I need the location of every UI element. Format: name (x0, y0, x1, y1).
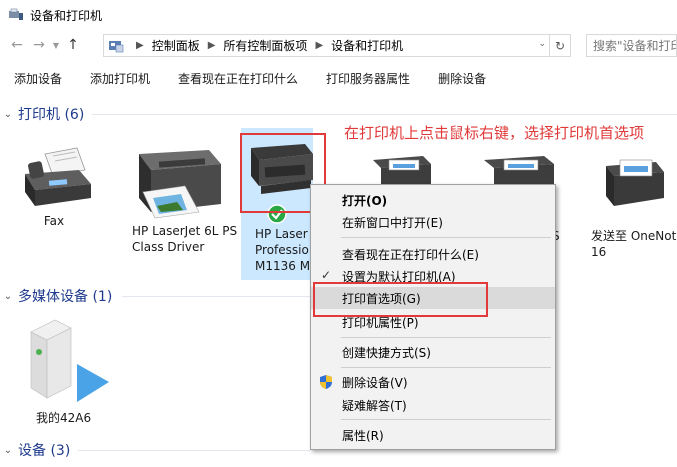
control-panel-icon (109, 40, 124, 52)
printers-section-label: 打印机 (6) (18, 107, 85, 123)
printer-item-onenote[interactable]: 发送至 OneNot 16 (588, 152, 677, 259)
forward-arrow-icon[interactable]: → (28, 34, 50, 56)
remove-device-button[interactable]: 删除设备 (424, 70, 500, 87)
collapse-chevron-icon[interactable]: ⌄ (0, 445, 16, 456)
media-server-icon (30, 319, 109, 402)
refresh-icon[interactable]: ↻ (549, 35, 570, 56)
fax-icon (25, 147, 91, 206)
menu-item-open[interactable]: 打开(O) (311, 189, 555, 211)
menu-separator (341, 419, 551, 420)
printer-icon (605, 159, 664, 206)
printer-icon (139, 150, 221, 219)
section-divider (92, 114, 677, 115)
menu-separator (341, 337, 551, 338)
command-toolbar: 添加设备 添加打印机 查看现在正在打印什么 打印服务器属性 删除设备 (0, 64, 677, 92)
printers-section-header[interactable]: ⌄ 打印机 (6) (0, 103, 677, 125)
printer-label: Fax (43, 214, 65, 228)
see-printing-button[interactable]: 查看现在正在打印什么 (164, 70, 312, 87)
menu-item-remove-device[interactable]: 删除设备(V) (311, 371, 555, 393)
address-dropdown-icon[interactable]: ⌄ (538, 39, 546, 49)
menu-item-remove-device-label: 删除设备(V) (342, 375, 408, 390)
search-input[interactable]: 搜索"设备和打印机" (586, 34, 677, 57)
printer-item-hp-laserjet-6l[interactable]: HP LaserJet 6L PS Class Driver (128, 140, 237, 255)
menu-separator (341, 237, 551, 238)
shield-icon (320, 375, 332, 389)
collapse-chevron-icon[interactable]: ⌄ (0, 291, 16, 302)
section-divider (122, 296, 310, 297)
address-bar[interactable]: ▶ 控制面板 ▶ 所有控制面板项 ▶ 设备和打印机 ⌄ ↻ (103, 34, 571, 57)
checkmark-icon: ✓ (321, 268, 332, 282)
media-device-item[interactable]: 我的42A6 (24, 318, 114, 425)
multimedia-section-label: 多媒体设备 (1) (18, 289, 113, 305)
printer-label: HP LaserJet 6L PS Class Driver (132, 224, 238, 254)
breadcrumb-devices-printers[interactable]: 设备和打印机 (331, 37, 403, 54)
breadcrumb-separator-icon[interactable]: ▶ (208, 40, 216, 51)
menu-separator (341, 367, 551, 368)
devices-section-label: 设备 (3) (18, 443, 71, 459)
breadcrumb-separator-icon[interactable]: ▶ (315, 40, 323, 51)
navigation-bar: ← → ▼ ↑ ▶ 控制面板 ▶ 所有控制面板项 ▶ 设备和打印机 ⌄ ↻ 搜索… (0, 30, 677, 60)
section-divider (78, 450, 310, 451)
annotation-menu-highlight (313, 282, 488, 317)
collapse-chevron-icon[interactable]: ⌄ (0, 109, 16, 120)
menu-item-open-new-window[interactable]: 在新窗口中打开(E) (311, 211, 555, 233)
menu-item-see-printing[interactable]: 查看现在正在打印什么(E) (311, 243, 555, 265)
add-device-button[interactable]: 添加设备 (0, 70, 76, 87)
annotation-instruction-text: 在打印机上点击鼠标右键，选择打印机首选项 (344, 124, 645, 142)
breadcrumb-all-items[interactable]: 所有控制面板项 (223, 37, 307, 54)
context-menu: 打开(O) 在新窗口中打开(E) 查看现在正在打印什么(E) ✓ 设置为默认打印… (310, 184, 556, 450)
printer-item-fax[interactable]: Fax (12, 140, 102, 229)
printer-label: HP Laser Professio M1136 M (255, 227, 311, 273)
up-arrow-icon[interactable]: ↑ (62, 34, 84, 56)
recent-locations-chevron-icon[interactable]: ▼ (50, 34, 62, 56)
add-printer-button[interactable]: 添加打印机 (76, 70, 164, 87)
menu-item-properties[interactable]: 属性(R) (311, 424, 555, 446)
printer-label: 发送至 OneNot 16 (591, 229, 677, 259)
menu-item-troubleshoot[interactable]: 疑难解答(T) (311, 394, 555, 416)
back-arrow-icon[interactable]: ← (6, 34, 28, 56)
menu-item-create-shortcut[interactable]: 创建快捷方式(S) (311, 341, 555, 363)
devices-printers-icon (9, 8, 23, 20)
media-device-label: 我的42A6 (36, 411, 92, 425)
print-server-properties-button[interactable]: 打印服务器属性 (312, 70, 424, 87)
window-title: 设备和打印机 (30, 8, 103, 23)
title-bar: 设备和打印机 (0, 0, 677, 30)
breadcrumb-control-panel[interactable]: 控制面板 (152, 37, 200, 54)
breadcrumb-separator-icon: ▶ (136, 40, 144, 51)
